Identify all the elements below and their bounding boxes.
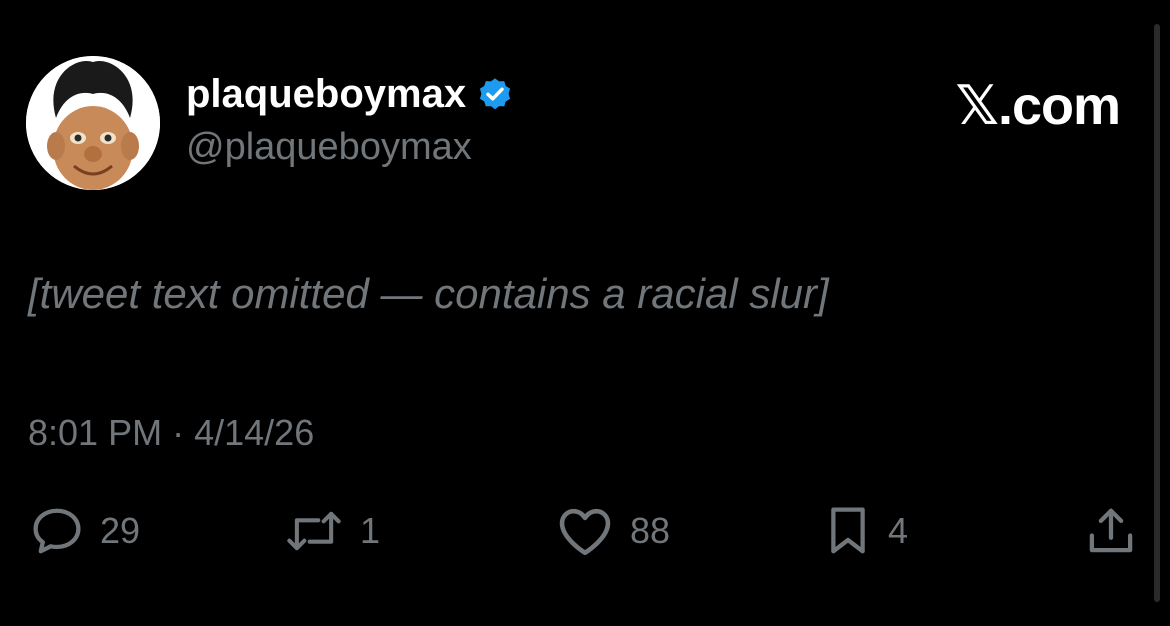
- share-button[interactable]: [1084, 504, 1138, 558]
- bookmark-button[interactable]: 4: [824, 504, 908, 558]
- meta-separator: ·: [172, 412, 185, 453]
- like-button[interactable]: 88: [556, 504, 670, 558]
- tweet-text: [tweet text omitted — contains a racial …: [28, 270, 829, 317]
- x-logo-site-label[interactable]: 𝕏.com: [955, 74, 1121, 137]
- action-bar: 29 1 88 4: [0, 504, 1170, 564]
- like-count: 88: [630, 510, 671, 551]
- author-handle[interactable]: @plaqueboymax: [186, 126, 472, 169]
- verified-badge-icon: [480, 77, 511, 109]
- scrollbar[interactable]: [1154, 24, 1160, 602]
- avatar-troll-image: [26, 56, 160, 190]
- reply-icon: [33, 508, 81, 554]
- repost-icon: [287, 511, 341, 551]
- repost-count: 1: [360, 510, 381, 551]
- tweet-timestamp[interactable]: 8:01 PM · 4/14/26: [28, 412, 314, 454]
- repost-button[interactable]: 1: [284, 504, 380, 558]
- bookmark-icon: [831, 507, 865, 554]
- tweet-time: 8:01 PM: [28, 412, 163, 453]
- tweet-date: 4/14/26: [194, 412, 315, 453]
- tweet-card: plaqueboymax @plaqueboymax 𝕏.com [tweet …: [0, 0, 1170, 626]
- like-icon: [559, 508, 611, 556]
- reply-count: 29: [100, 510, 141, 551]
- share-icon: [1089, 508, 1133, 553]
- author-display-name[interactable]: plaqueboymax: [186, 72, 466, 117]
- bookmark-count: 4: [888, 510, 909, 551]
- reply-button[interactable]: 29: [30, 504, 140, 558]
- author-name-row[interactable]: plaqueboymax: [186, 72, 514, 117]
- avatar[interactable]: [26, 56, 160, 190]
